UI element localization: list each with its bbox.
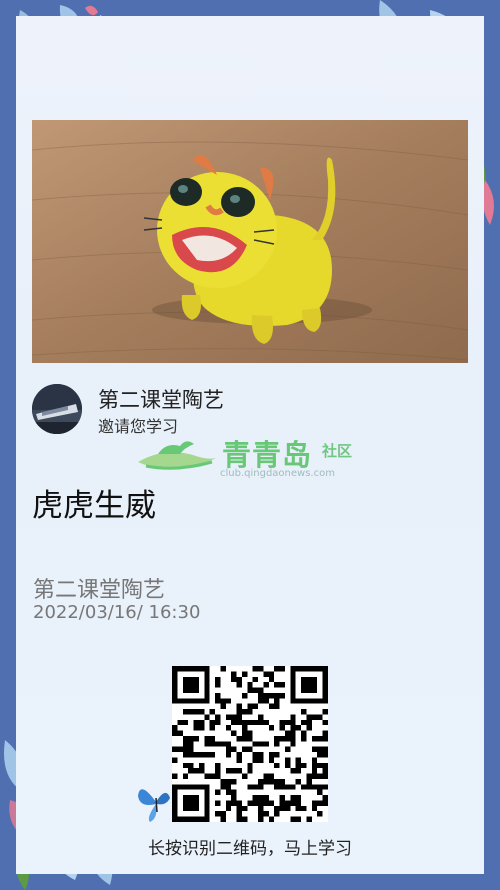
author-name: 第二课堂陶艺 (98, 388, 224, 412)
share-card: 第二课堂陶艺 邀请您学习 青青岛 社区 club.qingdaonews.com… (16, 16, 484, 874)
watermark-community: 社区 (322, 442, 353, 460)
qr-code[interactable] (172, 666, 328, 822)
island-logo-icon (138, 441, 216, 470)
site-watermark: 青青岛 社区 club.qingdaonews.com (136, 424, 396, 484)
post-cover-image (32, 120, 468, 363)
post-title: 虎虎生威 (32, 488, 156, 524)
qr-caption: 长按识别二维码，马上学习 (148, 839, 352, 859)
post-date: 2022/03/16/ 16:30 (33, 602, 201, 623)
watermark-url: club.qingdaonews.com (220, 468, 335, 479)
author-avatar (32, 384, 82, 434)
butterfly-icon (138, 789, 170, 822)
post-meta-name: 第二课堂陶艺 (33, 578, 166, 603)
